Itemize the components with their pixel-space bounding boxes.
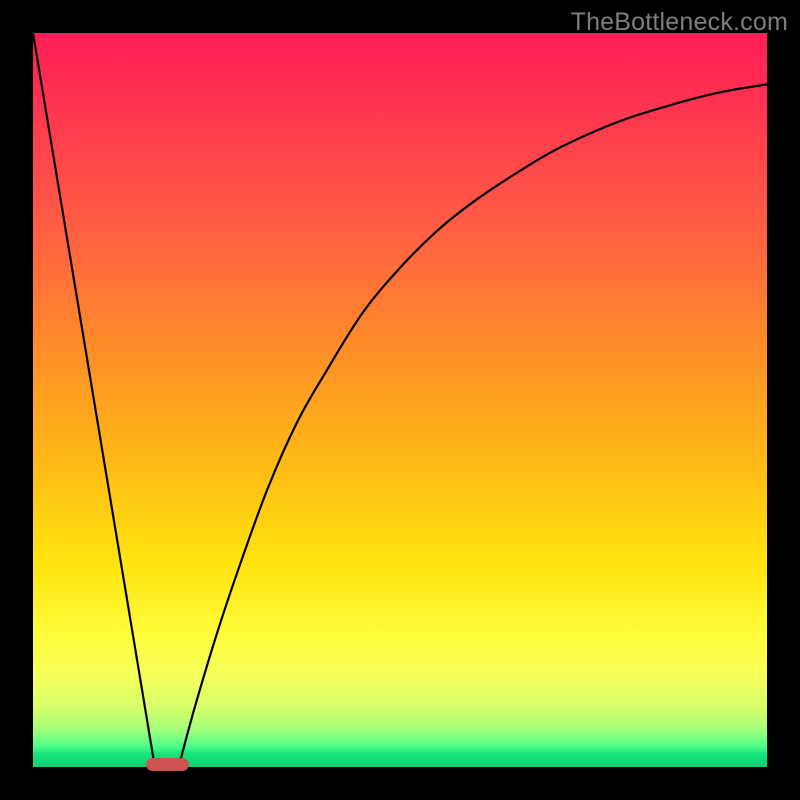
right-curve-path — [180, 84, 767, 762]
chart-frame: TheBottleneck.com — [0, 0, 800, 800]
watermark-text: TheBottleneck.com — [571, 8, 788, 37]
bottleneck-marker — [146, 758, 189, 771]
curve-layer — [33, 33, 767, 767]
plot-area — [33, 33, 767, 767]
left-line-path — [33, 33, 154, 763]
